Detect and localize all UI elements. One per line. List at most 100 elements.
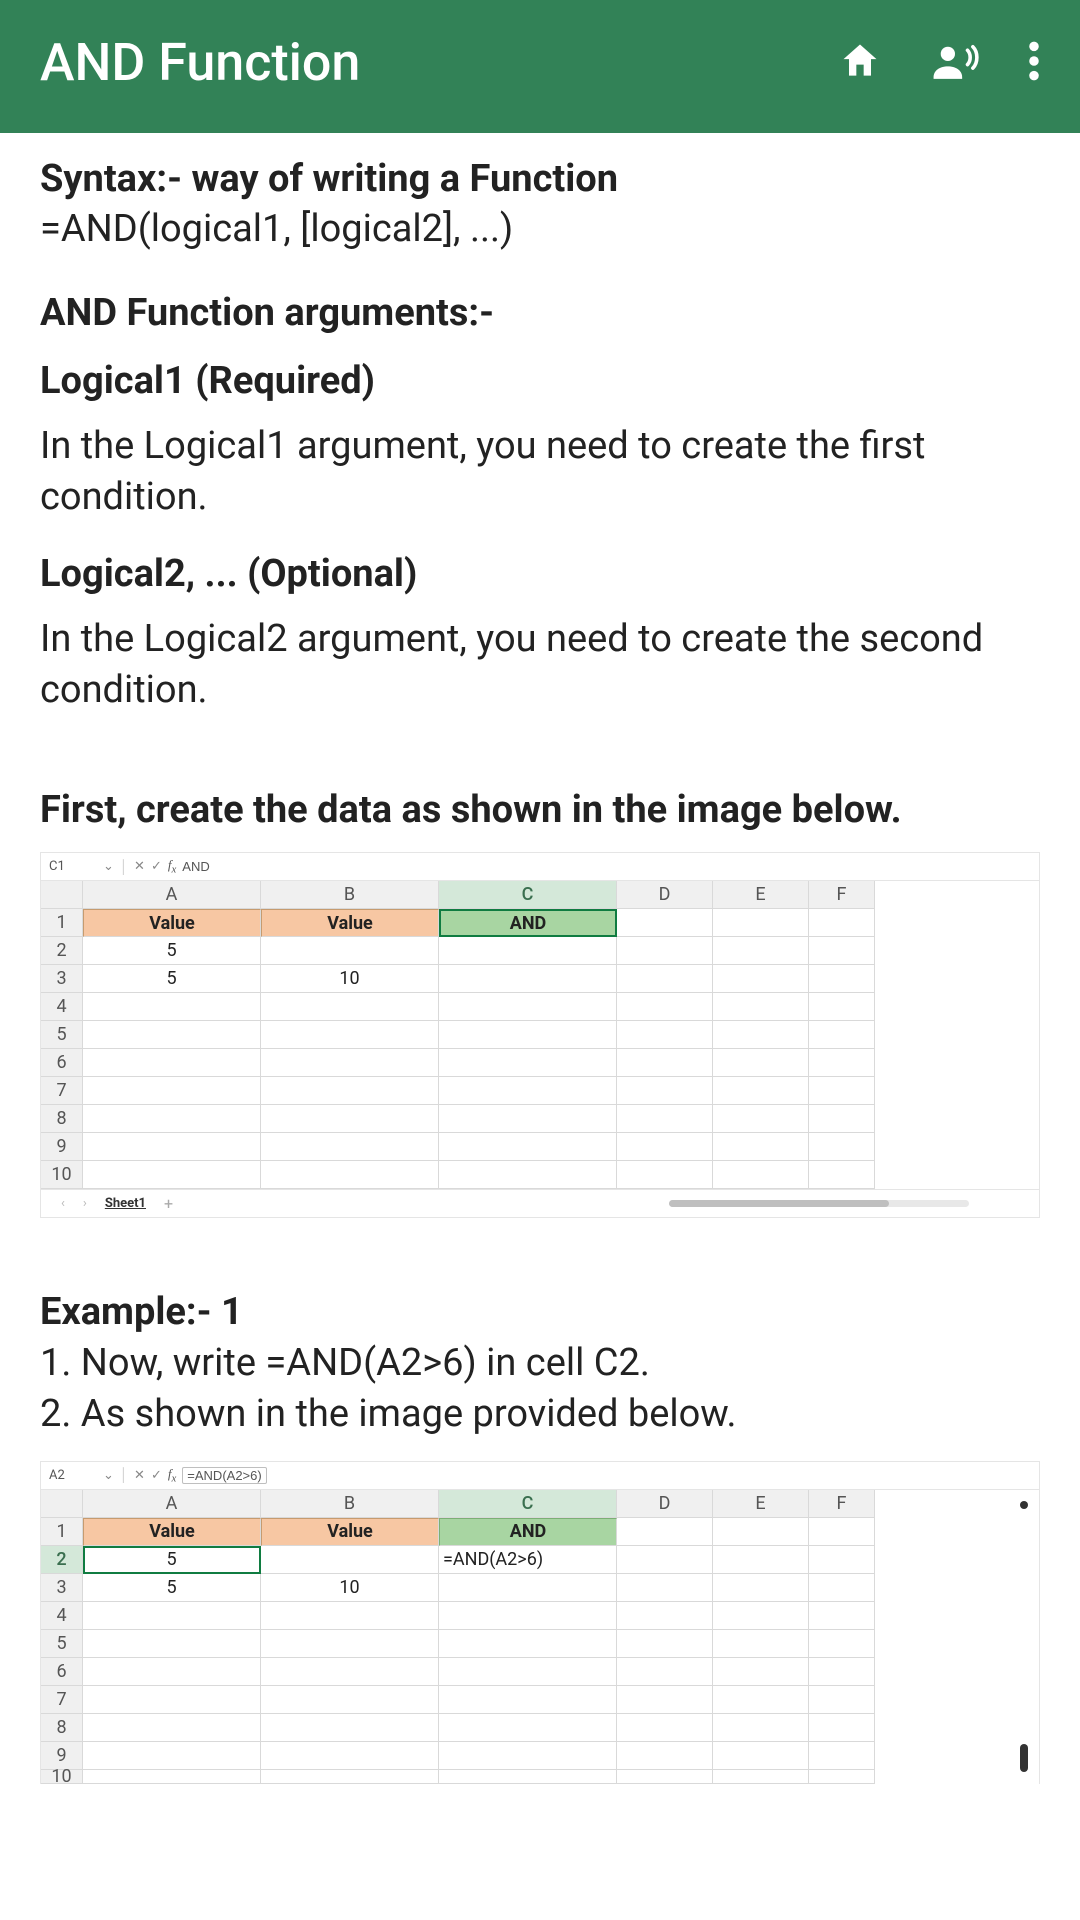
cell: 5: [83, 965, 261, 993]
cell: [713, 1518, 809, 1546]
tab-next-icon: ›: [83, 1196, 87, 1211]
confirm-icon: ✓: [151, 859, 162, 874]
cell: [809, 1546, 875, 1574]
cell: [617, 993, 713, 1021]
cell: [261, 1133, 439, 1161]
cell: [83, 1602, 261, 1630]
cell: [617, 909, 713, 937]
col-header: E: [713, 881, 809, 909]
cell: [617, 1770, 713, 1784]
cell: [439, 1742, 617, 1770]
cell: [439, 1770, 617, 1784]
header-cell-value-a: Value: [83, 1518, 261, 1546]
cell: [713, 1742, 809, 1770]
cell: [809, 1742, 875, 1770]
cell: [261, 1021, 439, 1049]
logical1-title: Logical1 (Required): [40, 359, 1040, 403]
formula-text: =AND(A2>6): [182, 1467, 266, 1484]
cell: [261, 993, 439, 1021]
cell: [261, 1658, 439, 1686]
row-header: 6: [41, 1049, 83, 1077]
cell: [83, 1105, 261, 1133]
tab-prev-icon: ‹: [61, 1196, 65, 1211]
formula-bar: A2 ⌄ │ ✕ ✓ fx =AND(A2>6): [41, 1462, 1039, 1490]
cell: [439, 1105, 617, 1133]
row-header: 7: [41, 1077, 83, 1105]
cell: [617, 1630, 713, 1658]
header-cell-and: AND: [439, 909, 617, 937]
cell: [617, 1546, 713, 1574]
cell: [809, 1602, 875, 1630]
cell: [809, 937, 875, 965]
row-header: 5: [41, 1021, 83, 1049]
formula-text: AND: [182, 859, 209, 874]
cancel-icon: ✕: [134, 859, 145, 874]
header-cell-and: AND: [439, 1518, 617, 1546]
home-icon[interactable]: [838, 39, 882, 87]
cell: [809, 1161, 875, 1189]
cell: [713, 1686, 809, 1714]
cell: [83, 1714, 261, 1742]
col-header-selected: C: [439, 1490, 617, 1518]
arguments-heading: AND Function arguments:-: [40, 291, 1040, 335]
cell: [617, 1021, 713, 1049]
voice-user-icon[interactable]: [930, 39, 980, 87]
cell: [617, 1714, 713, 1742]
row-header: 10: [41, 1161, 83, 1189]
cell-reference-box: C1: [49, 859, 97, 874]
cell: [617, 1742, 713, 1770]
cell: [713, 1630, 809, 1658]
cell: [439, 1049, 617, 1077]
logical2-title: Logical2, ... (Optional): [40, 552, 1040, 596]
logical2-description: In the Logical2 argument, you need to cr…: [40, 614, 1040, 717]
fx-icon: fx: [168, 1466, 176, 1485]
row-header: 3: [41, 1574, 83, 1602]
cell-reference-box: A2: [49, 1468, 97, 1483]
cell: [713, 1770, 809, 1784]
col-header: A: [83, 1490, 261, 1518]
row-header: 2: [41, 937, 83, 965]
cell: [83, 1133, 261, 1161]
cell: [809, 1658, 875, 1686]
cell: [713, 1714, 809, 1742]
syntax-formula: =AND(logical1, [logical2], ...): [40, 207, 1040, 251]
cell: [617, 1161, 713, 1189]
sheet-tab: Sheet1: [105, 1196, 146, 1211]
example-heading: Example:- 1: [40, 1290, 1040, 1334]
cell: [261, 1630, 439, 1658]
more-menu-icon[interactable]: [1028, 39, 1040, 87]
row-header: 4: [41, 1602, 83, 1630]
cell: [713, 965, 809, 993]
cell: [713, 1546, 809, 1574]
cell: [83, 1630, 261, 1658]
cell: [617, 937, 713, 965]
cell: [261, 1770, 439, 1784]
grid: A B C D E F 1 Value Value AND 2 5 =AND(A…: [41, 1490, 1039, 1784]
formula-bar: C1 ⌄ │ ✕ ✓ fx AND: [41, 853, 1039, 881]
content-body: Syntax:- way of writing a Function =AND(…: [0, 133, 1080, 1800]
cell: [261, 1049, 439, 1077]
cell: [261, 1546, 439, 1574]
col-header: B: [261, 1490, 439, 1518]
cell: [439, 1161, 617, 1189]
row-header: 6: [41, 1658, 83, 1686]
cell: [261, 1714, 439, 1742]
cell: [809, 1630, 875, 1658]
row-header: 4: [41, 993, 83, 1021]
grid: A B C D E F 1 Value Value AND 2 5 3 5 10: [41, 881, 1039, 1189]
dropdown-icon: ⌄: [103, 859, 114, 874]
spreadsheet-image-2: A2 ⌄ │ ✕ ✓ fx =AND(A2>6) A B C D E F 1 V…: [40, 1461, 1040, 1784]
row-header: 1: [41, 909, 83, 937]
cell: [713, 1161, 809, 1189]
cell: [713, 1021, 809, 1049]
cell: [83, 1686, 261, 1714]
cell: [261, 1686, 439, 1714]
cell: [713, 1574, 809, 1602]
cell: [439, 1077, 617, 1105]
cell: [261, 1077, 439, 1105]
cell: [617, 1602, 713, 1630]
cell: [439, 1021, 617, 1049]
cell: [809, 1077, 875, 1105]
syntax-heading: Syntax:- way of writing a Function: [40, 157, 1040, 201]
row-header: 9: [41, 1133, 83, 1161]
